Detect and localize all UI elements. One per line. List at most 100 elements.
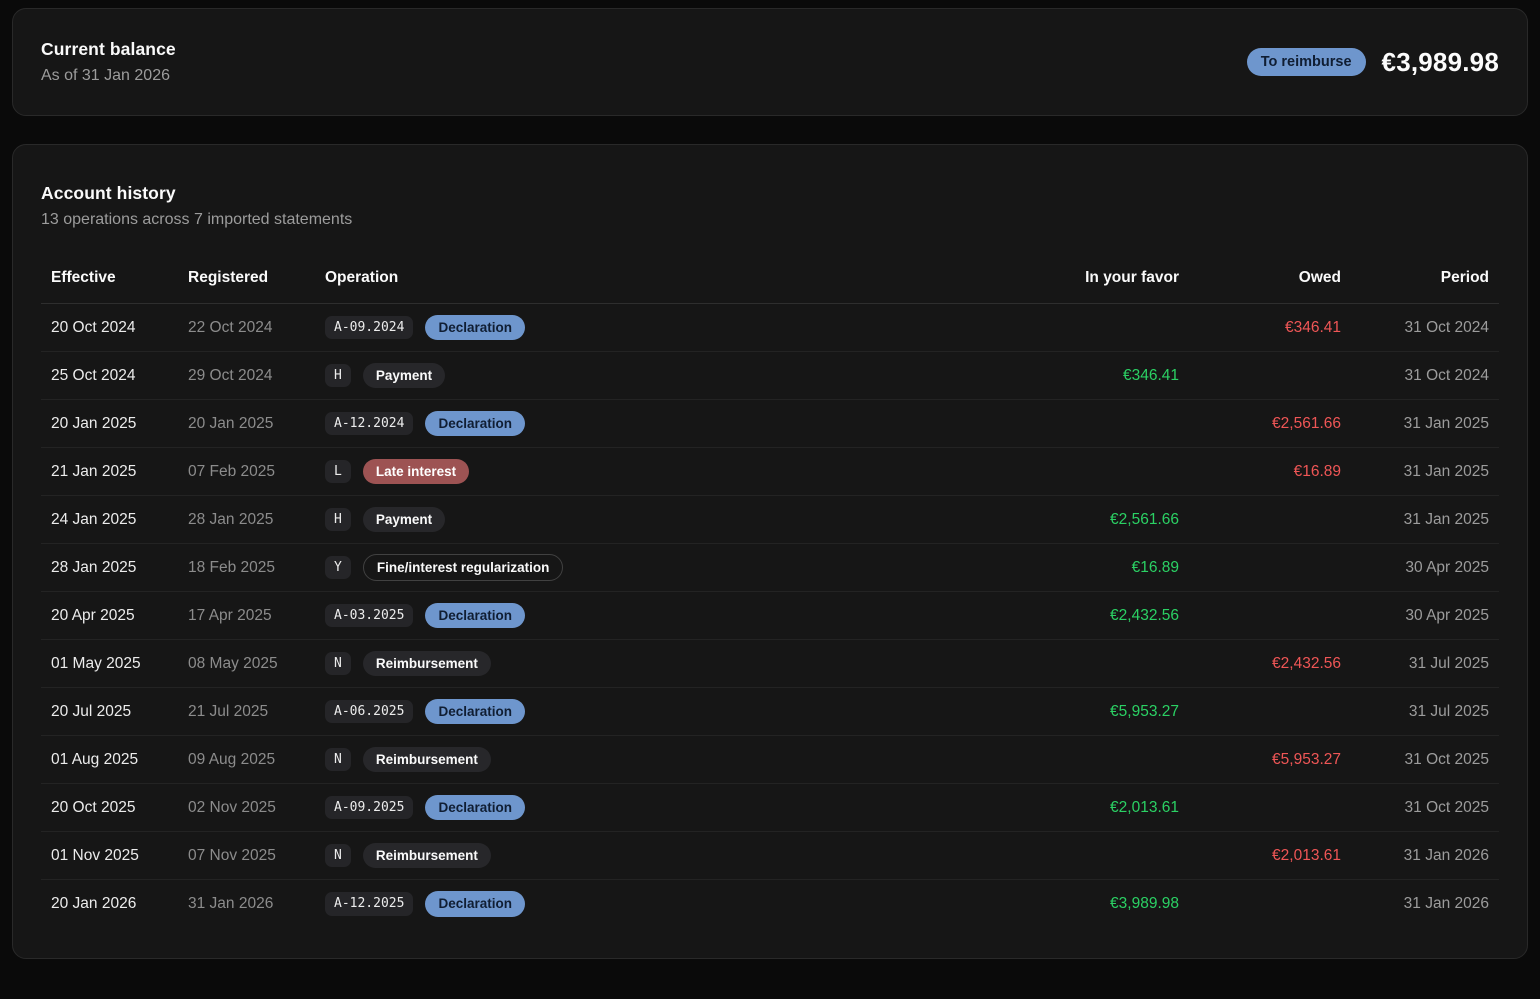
registered-date: 28 Jan 2025 — [178, 496, 315, 544]
operation-badges: L Late interest — [325, 459, 469, 485]
registered-date: 29 Oct 2024 — [178, 352, 315, 400]
effective-date: 25 Oct 2024 — [41, 352, 178, 400]
amount-owed — [1189, 880, 1351, 928]
operation-cell: L Late interest — [315, 448, 999, 496]
amount-owed — [1189, 544, 1351, 592]
header-operation: Operation — [315, 269, 999, 304]
operation-badges: N Reimbursement — [325, 651, 491, 677]
operation-code-badge: A-03.2025 — [325, 604, 413, 628]
amount-in-favor: €5,953.27 — [999, 688, 1189, 736]
operation-cell: A-09.2025 Declaration — [315, 784, 999, 832]
operation-cell: A-09.2024 Declaration — [315, 304, 999, 352]
period-date: 31 Jan 2026 — [1351, 880, 1499, 928]
balance-card-right: To reimburse €3,989.98 — [1247, 47, 1499, 78]
operation-type-badge: Declaration — [425, 891, 525, 917]
operation-cell: N Reimbursement — [315, 640, 999, 688]
operation-type-badge: Declaration — [425, 795, 525, 821]
operation-badges: A-09.2024 Declaration — [325, 315, 525, 341]
operation-cell: H Payment — [315, 496, 999, 544]
registered-date: 31 Jan 2026 — [178, 880, 315, 928]
operation-cell: A-12.2024 Declaration — [315, 400, 999, 448]
balance-card-left: Current balance As of 31 Jan 2026 — [41, 39, 176, 85]
balance-subtitle: As of 31 Jan 2026 — [41, 67, 176, 85]
period-date: 31 Jul 2025 — [1351, 688, 1499, 736]
header-owed: Owed — [1189, 269, 1351, 304]
period-date: 31 Jan 2026 — [1351, 832, 1499, 880]
amount-in-favor: €2,432.56 — [999, 592, 1189, 640]
page: Current balance As of 31 Jan 2026 To rei… — [0, 0, 1540, 968]
history-title: Account history — [41, 183, 1499, 204]
operation-badges: A-12.2024 Declaration — [325, 411, 525, 437]
amount-owed: €2,013.61 — [1189, 832, 1351, 880]
amount-in-favor: €2,013.61 — [999, 784, 1189, 832]
registered-date: 08 May 2025 — [178, 640, 315, 688]
period-date: 31 Oct 2025 — [1351, 784, 1499, 832]
amount-owed — [1189, 784, 1351, 832]
effective-date: 28 Jan 2025 — [41, 544, 178, 592]
registered-date: 07 Nov 2025 — [178, 832, 315, 880]
operation-type-badge: Reimbursement — [363, 843, 491, 869]
operation-cell: Y Fine/interest regularization — [315, 544, 999, 592]
table-row: 01 Aug 2025 09 Aug 2025 N Reimbursement … — [41, 736, 1499, 784]
table-row: 20 Jan 2025 20 Jan 2025 A-12.2024 Declar… — [41, 400, 1499, 448]
operation-badges: A-09.2025 Declaration — [325, 795, 525, 821]
period-date: 31 Jan 2025 — [1351, 448, 1499, 496]
registered-date: 02 Nov 2025 — [178, 784, 315, 832]
effective-date: 20 Oct 2025 — [41, 784, 178, 832]
history-subtitle: 13 operations across 7 imported statemen… — [41, 211, 1499, 229]
registered-date: 20 Jan 2025 — [178, 400, 315, 448]
balance-title: Current balance — [41, 39, 176, 60]
current-balance-card: Current balance As of 31 Jan 2026 To rei… — [12, 8, 1528, 116]
operation-cell: N Reimbursement — [315, 736, 999, 784]
header-registered: Registered — [178, 269, 315, 304]
table-row: 20 Apr 2025 17 Apr 2025 A-03.2025 Declar… — [41, 592, 1499, 640]
amount-owed: €346.41 — [1189, 304, 1351, 352]
effective-date: 20 Jan 2026 — [41, 880, 178, 928]
amount-owed — [1189, 688, 1351, 736]
registered-date: 17 Apr 2025 — [178, 592, 315, 640]
account-history-card: Account history 13 operations across 7 i… — [12, 144, 1528, 959]
operation-type-badge: Declaration — [425, 699, 525, 725]
operation-code-badge: A-06.2025 — [325, 700, 413, 724]
amount-owed — [1189, 496, 1351, 544]
operation-badges: A-03.2025 Declaration — [325, 603, 525, 629]
effective-date: 20 Oct 2024 — [41, 304, 178, 352]
amount-owed — [1189, 352, 1351, 400]
operation-type-badge: Payment — [363, 363, 445, 389]
operation-code-badge: H — [325, 508, 351, 532]
amount-owed: €5,953.27 — [1189, 736, 1351, 784]
history-table: Effective Registered Operation In your f… — [41, 269, 1499, 928]
amount-in-favor — [999, 304, 1189, 352]
operation-type-badge: Fine/interest regularization — [363, 554, 564, 582]
status-badge: To reimburse — [1247, 48, 1366, 76]
period-date: 31 Oct 2025 — [1351, 736, 1499, 784]
period-date: 31 Oct 2024 — [1351, 352, 1499, 400]
effective-date: 20 Jan 2025 — [41, 400, 178, 448]
amount-in-favor — [999, 400, 1189, 448]
operation-type-badge: Declaration — [425, 603, 525, 629]
table-row: 20 Jul 2025 21 Jul 2025 A-06.2025 Declar… — [41, 688, 1499, 736]
period-date: 31 Jul 2025 — [1351, 640, 1499, 688]
operation-badges: Y Fine/interest regularization — [325, 554, 563, 582]
amount-in-favor: €346.41 — [999, 352, 1189, 400]
amount-in-favor: €16.89 — [999, 544, 1189, 592]
operation-type-badge: Declaration — [425, 411, 525, 437]
amount-in-favor: €2,561.66 — [999, 496, 1189, 544]
operation-badges: H Payment — [325, 363, 445, 389]
operation-cell: A-12.2025 Declaration — [315, 880, 999, 928]
effective-date: 21 Jan 2025 — [41, 448, 178, 496]
header-in-your-favor: In your favor — [999, 269, 1189, 304]
table-row: 20 Jan 2026 31 Jan 2026 A-12.2025 Declar… — [41, 880, 1499, 928]
amount-owed: €16.89 — [1189, 448, 1351, 496]
effective-date: 20 Apr 2025 — [41, 592, 178, 640]
operation-badges: H Payment — [325, 507, 445, 533]
operation-badges: N Reimbursement — [325, 843, 491, 869]
header-period: Period — [1351, 269, 1499, 304]
operation-type-badge: Late interest — [363, 459, 469, 485]
operation-cell: A-03.2025 Declaration — [315, 592, 999, 640]
registered-date: 07 Feb 2025 — [178, 448, 315, 496]
table-row: 24 Jan 2025 28 Jan 2025 H Payment €2,561… — [41, 496, 1499, 544]
table-row: 20 Oct 2024 22 Oct 2024 A-09.2024 Declar… — [41, 304, 1499, 352]
operation-code-badge: H — [325, 364, 351, 388]
period-date: 30 Apr 2025 — [1351, 592, 1499, 640]
